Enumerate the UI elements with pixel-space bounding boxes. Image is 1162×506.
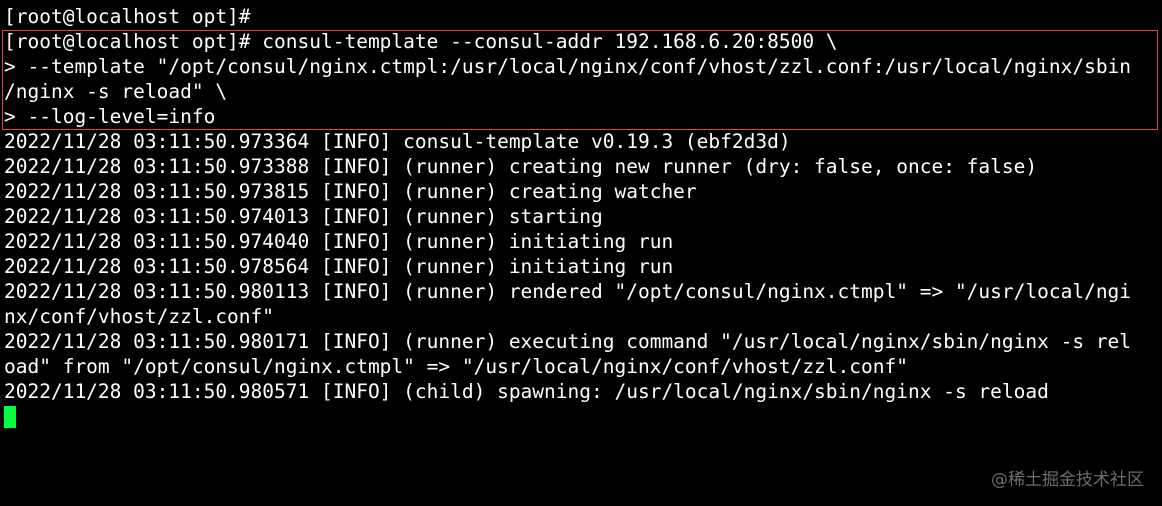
watermark: @稀土掘金技术社区 (991, 470, 1144, 490)
terminal-line: 2022/11/28 03:11:50.974040 [INFO] (runne… (4, 230, 674, 253)
terminal-line: 2022/11/28 03:11:50.973388 [INFO] (runne… (4, 155, 1038, 178)
terminal-line: oad" from "/opt/consul/nginx.ctmpl" => "… (4, 355, 908, 378)
terminal-line: 2022/11/28 03:11:50.973815 [INFO] (runne… (4, 180, 697, 203)
terminal-output[interactable]: [root@localhost opt]# [root@localhost op… (4, 4, 1158, 428)
terminal-line: > --log-level=info (4, 105, 216, 128)
terminal-line: nx/conf/vhost/zzl.conf" (4, 305, 275, 328)
terminal-line: 2022/11/28 03:11:50.980571 [INFO] (child… (4, 380, 1049, 403)
terminal-line: 2022/11/28 03:11:50.980113 [INFO] (runne… (4, 280, 1132, 303)
terminal-cursor (4, 406, 16, 428)
terminal-line: /nginx -s reload" \ (4, 80, 228, 103)
terminal-line: 2022/11/28 03:11:50.973364 [INFO] consul… (4, 130, 791, 153)
terminal-line: [root@localhost opt]# consul-template --… (4, 30, 838, 53)
terminal-line: > --template "/opt/consul/nginx.ctmpl:/u… (4, 55, 1132, 78)
terminal-line: 2022/11/28 03:11:50.980171 [INFO] (runne… (4, 330, 1132, 353)
terminal-line: 2022/11/28 03:11:50.974013 [INFO] (runne… (4, 205, 603, 228)
terminal-line: [root@localhost opt]# (4, 5, 251, 28)
terminal-line: 2022/11/28 03:11:50.978564 [INFO] (runne… (4, 255, 674, 278)
